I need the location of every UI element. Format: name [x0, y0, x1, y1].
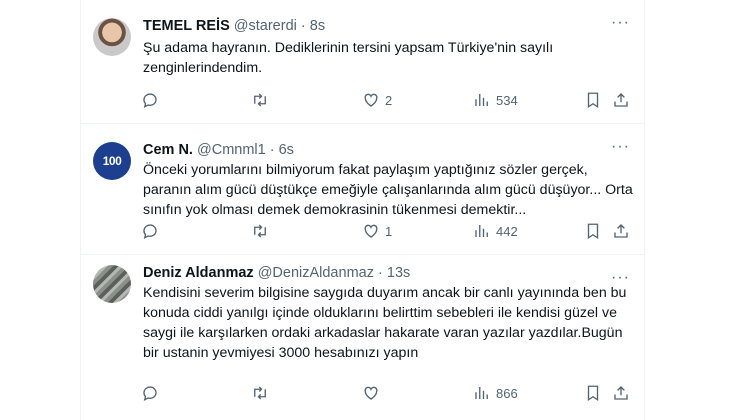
share-button[interactable] [612, 382, 630, 404]
author-handle[interactable]: @starerdi [234, 18, 297, 34]
reply-icon [143, 386, 157, 402]
reply-icon [143, 224, 157, 240]
bookmark-button[interactable] [584, 89, 602, 111]
author-name[interactable]: Deniz Aldanmaz [143, 265, 254, 281]
retweet-button[interactable] [251, 89, 274, 111]
author-handle[interactable]: @DenizAldanmaz [258, 265, 374, 281]
tweet[interactable]: 100 Cem N. @Cmnml1 · 6s ··· Önceki yorum… [81, 124, 644, 255]
share-icon [614, 224, 628, 238]
avatar[interactable]: 100 [93, 142, 131, 180]
more-icon[interactable]: ··· [611, 14, 630, 32]
tweet-header: Cem N. @Cmnml1 · 6s [143, 141, 294, 159]
share-button[interactable] [612, 89, 630, 111]
bookmark-icon [587, 223, 599, 240]
reply-button[interactable] [141, 382, 164, 404]
like-button[interactable]: 1 [362, 220, 392, 242]
retweet-icon [254, 224, 266, 238]
timestamp[interactable]: 13s [387, 265, 410, 281]
like-icon [364, 386, 378, 400]
views-count: 866 [496, 385, 518, 401]
share-icon [614, 93, 628, 107]
author-handle[interactable]: @Cmnml1 [197, 142, 266, 158]
tweet-text: Şu adama hayranın. Dediklerinin tersini … [143, 40, 554, 76]
retweet-button[interactable] [251, 382, 274, 404]
action-bar: 866 [141, 382, 634, 404]
retweet-button[interactable] [251, 220, 274, 242]
views-button[interactable]: 442 [473, 220, 518, 242]
author-name[interactable]: Cem N. [143, 142, 193, 158]
separator-dot: · [269, 142, 275, 158]
like-button[interactable] [362, 382, 385, 404]
views-icon [475, 225, 488, 237]
tweet-text: Kendisini severim bilgisine saygıda duya… [143, 285, 627, 361]
bookmark-button[interactable] [584, 220, 602, 242]
tweet-header: TEMEL REİS @starerdi · 8s [143, 17, 325, 35]
retweet-icon [254, 386, 266, 400]
author-name[interactable]: TEMEL REİS [143, 18, 230, 34]
like-icon [364, 224, 378, 238]
separator-dot: · [378, 265, 383, 281]
views-count: 534 [496, 92, 518, 108]
reply-button[interactable] [141, 89, 164, 111]
reply-button[interactable] [141, 220, 164, 242]
like-icon [364, 93, 378, 107]
action-bar: 1 442 [141, 220, 634, 242]
separator-dot: · [300, 18, 306, 34]
avatar[interactable] [93, 265, 131, 303]
avatar-label: 100 [102, 154, 122, 168]
reply-icon [143, 93, 157, 109]
avatar[interactable] [93, 18, 131, 56]
views-count: 442 [496, 223, 518, 239]
views-button[interactable]: 866 [473, 382, 518, 404]
views-icon [475, 387, 488, 399]
share-button[interactable] [612, 220, 630, 242]
views-icon [475, 94, 488, 106]
tweet[interactable]: Deniz Aldanmaz @DenizAldanmaz · 13s ··· … [81, 255, 644, 420]
bookmark-icon [587, 385, 599, 402]
tweet-text: Önceki yorumlarını bilmiyorum fakat payl… [143, 162, 633, 218]
like-count: 2 [385, 92, 393, 108]
timestamp[interactable]: 6s [279, 142, 294, 158]
retweet-icon [254, 93, 266, 107]
bookmark-icon [587, 92, 599, 109]
timeline-feed: TEMEL REİS @starerdi · 8s ··· Şu adama h… [80, 0, 645, 420]
like-count: 1 [385, 223, 393, 239]
tweet-header: Deniz Aldanmaz @DenizAldanmaz · 13s [143, 264, 410, 282]
like-button[interactable]: 2 [362, 89, 392, 111]
action-bar: 2 534 [141, 89, 634, 111]
timestamp[interactable]: 8s [310, 18, 325, 34]
share-icon [614, 386, 628, 400]
tweet[interactable]: TEMEL REİS @starerdi · 8s ··· Şu adama h… [81, 0, 644, 124]
more-icon[interactable]: ··· [611, 138, 630, 156]
bookmark-button[interactable] [584, 382, 602, 404]
views-button[interactable]: 534 [473, 89, 518, 111]
